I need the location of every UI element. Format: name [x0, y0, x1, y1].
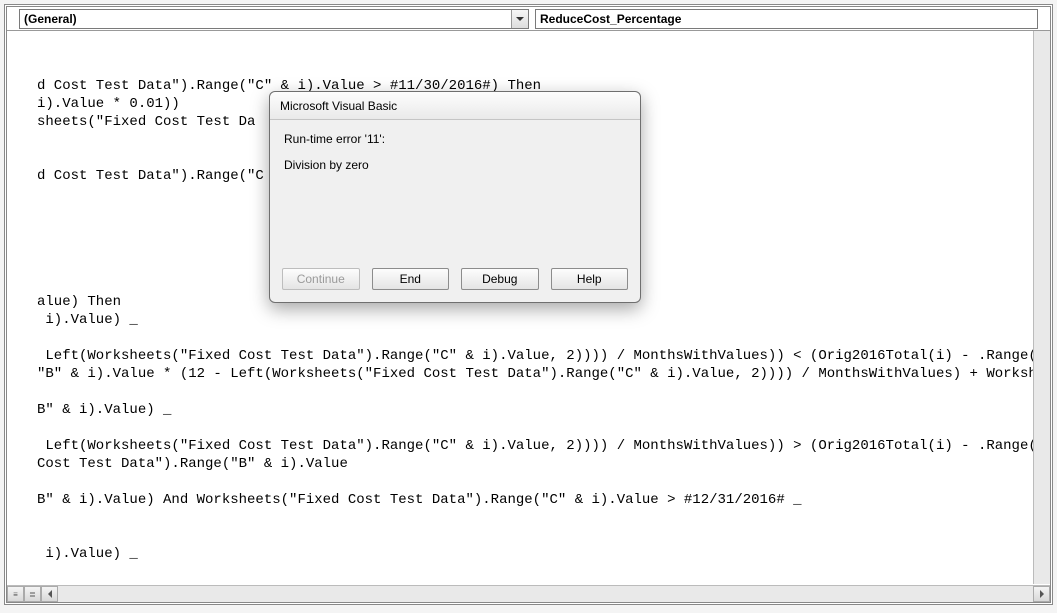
vertical-scrollbar[interactable]	[1033, 31, 1050, 584]
error-code-text: Run-time error '11':	[284, 132, 626, 146]
view-mode-button-2[interactable]: ≣	[24, 586, 41, 602]
continue-button: Continue	[282, 268, 360, 290]
arrow-left-icon	[48, 590, 52, 598]
arrow-right-icon	[1040, 590, 1044, 598]
chevron-down-icon	[516, 17, 524, 21]
object-combo[interactable]: (General)	[19, 9, 529, 29]
code-line: B" & i).Value) _	[7, 401, 1050, 419]
help-button[interactable]: Help	[551, 268, 629, 290]
code-line: Cost Test Data").Range("B" & i).Value	[7, 455, 1050, 473]
error-dialog: Microsoft Visual Basic Run-time error '1…	[269, 91, 641, 303]
code-line	[7, 383, 1050, 401]
dialog-title: Microsoft Visual Basic	[270, 92, 640, 120]
procedure-combo-text: ReduceCost_Percentage	[536, 10, 1037, 28]
code-line	[7, 581, 1050, 584]
code-line: i).Value) _	[7, 545, 1050, 563]
object-combo-button[interactable]	[511, 10, 528, 28]
scroll-left-button[interactable]	[41, 586, 58, 602]
procedure-combo[interactable]: ReduceCost_Percentage	[535, 9, 1038, 29]
code-line: Left(Worksheets("Fixed Cost Test Data").…	[7, 347, 1050, 365]
code-line: i).Value) _	[7, 311, 1050, 329]
code-line	[7, 509, 1050, 527]
code-line	[7, 419, 1050, 437]
dialog-body: Run-time error '11': Division by zero	[270, 120, 640, 260]
object-combo-text: (General)	[20, 10, 511, 28]
end-button[interactable]: End	[372, 268, 450, 290]
dialog-button-row: Continue End Debug Help	[270, 268, 640, 290]
editor-frame: (General) ReduceCost_Percentage d Cost T…	[4, 4, 1053, 605]
view-mode-button-1[interactable]: ≡	[7, 586, 24, 602]
code-line	[7, 329, 1050, 347]
dropdown-toolbar: (General) ReduceCost_Percentage	[7, 7, 1050, 31]
code-line: B" & i).Value) And Worksheets("Fixed Cos…	[7, 491, 1050, 509]
code-line: "B" & i).Value * (12 - Left(Worksheets("…	[7, 365, 1050, 383]
code-line: Left(Worksheets("Fixed Cost Test Data").…	[7, 437, 1050, 455]
error-message-text: Division by zero	[284, 158, 626, 172]
code-line	[7, 473, 1050, 491]
scroll-right-button[interactable]	[1033, 586, 1050, 602]
debug-button[interactable]: Debug	[461, 268, 539, 290]
horizontal-scrollbar[interactable]: ≡ ≣	[7, 585, 1050, 602]
code-line	[7, 563, 1050, 581]
code-line	[7, 527, 1050, 545]
